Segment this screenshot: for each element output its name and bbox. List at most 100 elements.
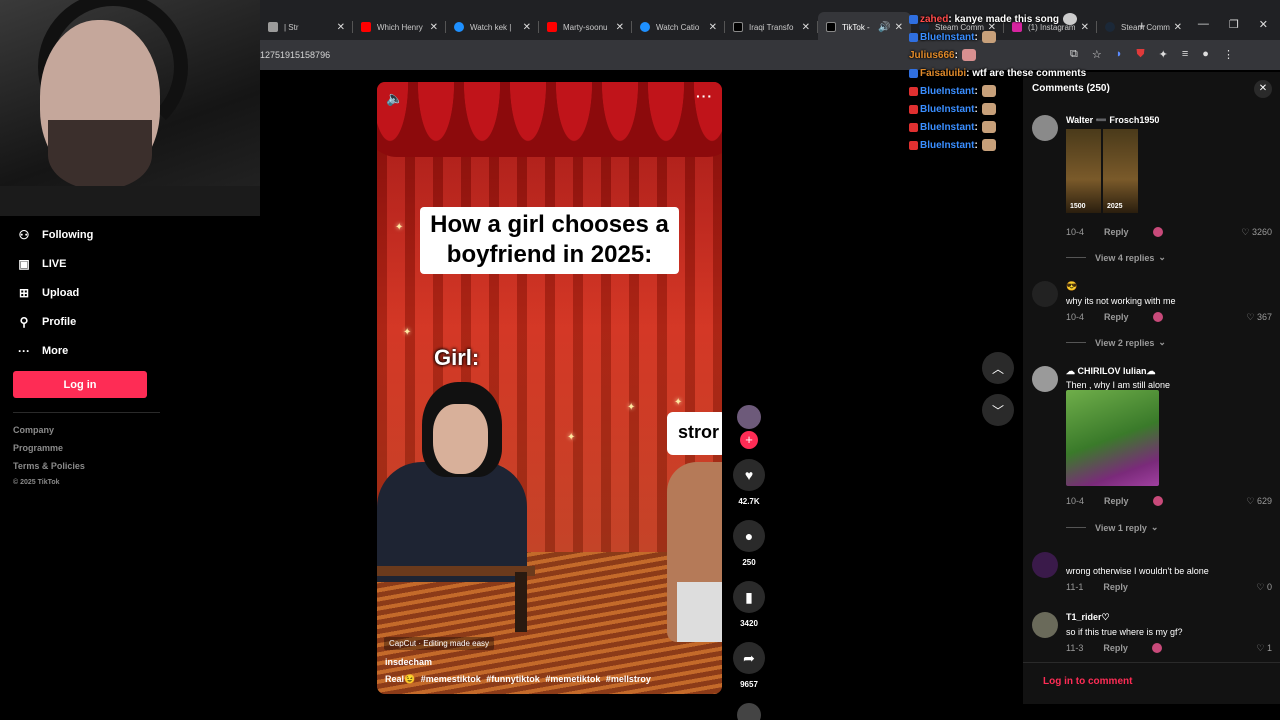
comment-like[interactable]: ♡ 629	[1246, 496, 1272, 507]
like-count: 42.7K	[738, 497, 760, 506]
video-caption: How a girl chooses a boyfriend in 2025:	[420, 207, 679, 274]
comment-like[interactable]: ♡ 1	[1256, 643, 1272, 654]
emoji-reaction-icon[interactable]	[1152, 227, 1163, 237]
emoji-reaction-icon[interactable]	[1152, 496, 1163, 506]
sidebar-item-live[interactable]: ▣ LIVE	[16, 249, 93, 278]
comment-meta: 11-1 Reply	[1066, 582, 1128, 592]
address-bar-icons: ⧉ ☆ ◗ ⛊ ✦ ≡ ● ⋮	[1070, 48, 1234, 61]
reply-button[interactable]: Reply	[1104, 496, 1129, 506]
badge-icon	[909, 122, 918, 132]
browser-tab[interactable]: Watch Catio ✕	[632, 12, 725, 42]
comment-user[interactable]: T1_rider♡	[1066, 612, 1110, 623]
browser-tab[interactable]: Marty-soonu ✕	[539, 12, 632, 42]
previous-video-button[interactable]: ︿	[982, 352, 1014, 384]
heart-icon: ♥	[733, 459, 765, 491]
puzzle-extensions-icon[interactable]: ✦	[1159, 48, 1168, 61]
creator-avatar[interactable]: +	[737, 405, 761, 449]
comment-text: Then , why I am still alone	[1066, 380, 1171, 390]
hashtag[interactable]: #mellstroy	[606, 674, 651, 684]
sidebar-item-following[interactable]: ⚇ Following	[16, 220, 94, 249]
hashtag[interactable]: #memestiktok	[421, 674, 481, 684]
close-tab-icon[interactable]: ✕	[802, 22, 810, 33]
save-count: 3420	[740, 619, 758, 628]
share-button[interactable]: ➦ 9657	[730, 642, 768, 689]
close-comments-button[interactable]: ✕	[1254, 80, 1272, 98]
streamer-webcam	[0, 0, 260, 216]
browser-tab[interactable]: | Str ✕	[260, 12, 353, 42]
extension-icon[interactable]: ◗	[1116, 48, 1123, 61]
save-button[interactable]: ▮ 3420	[730, 581, 768, 628]
comment-text: why its not working with me	[1066, 296, 1176, 306]
reply-button[interactable]: Reply	[1104, 227, 1129, 237]
close-tab-icon[interactable]: ✕	[1174, 22, 1182, 33]
more-options-icon[interactable]: ···	[696, 88, 713, 104]
sidebar-item-more[interactable]: ··· More	[16, 336, 93, 365]
browser-tab[interactable]: Watch kek | ✕	[446, 12, 539, 42]
login-button[interactable]: Log in	[13, 371, 147, 398]
comment-user[interactable]: ☁ CHIRILOV Iulian☁	[1066, 366, 1156, 377]
like-button[interactable]: ♥ 42.7K	[730, 459, 768, 506]
close-tab-icon[interactable]: ✕	[523, 22, 531, 33]
avatar[interactable]	[1032, 281, 1058, 307]
browser-tab[interactable]: Iraqi Transfo ✕	[725, 12, 818, 42]
minimize-icon[interactable]: —	[1198, 18, 1209, 31]
footer-link-terms[interactable]: Terms & Policies	[13, 461, 85, 479]
video-girl-label: Girl:	[434, 345, 480, 370]
close-tab-icon[interactable]: ✕	[709, 22, 717, 33]
comment-like[interactable]: ♡ 3260	[1241, 227, 1272, 238]
new-tab-button[interactable]: +	[1138, 18, 1146, 33]
hashtag[interactable]: #funnytiktok	[486, 674, 540, 684]
comment-like[interactable]: ♡ 367	[1246, 312, 1272, 323]
avatar[interactable]	[1032, 552, 1058, 578]
music-disc-icon[interactable]	[737, 703, 761, 720]
emote-icon	[961, 49, 976, 61]
reply-button[interactable]: Reply	[1103, 643, 1128, 653]
close-tab-icon[interactable]: ✕	[895, 22, 903, 33]
video-player[interactable]: ✦ ✦ ✦ ✦ ✦ ✦ ✦ ✦ How a girl chooses a boy…	[377, 82, 722, 694]
emoji-reaction-icon[interactable]	[1152, 312, 1163, 322]
profile-avatar-icon[interactable]: ●	[1202, 48, 1209, 61]
media-controls-icon[interactable]: ≡	[1182, 48, 1188, 61]
close-tab-icon[interactable]: ✕	[616, 22, 624, 33]
browser-tab[interactable]: Which Henry ✕	[353, 12, 446, 42]
maximize-icon[interactable]: ❐	[1229, 18, 1239, 31]
login-to-comment-link[interactable]: Log in to comment	[1043, 676, 1132, 687]
view-replies-button[interactable]: View 2 replies ⌄	[1066, 337, 1166, 348]
comment-meta: 10-4 Reply	[1066, 496, 1163, 506]
bookmark-star-icon[interactable]: ☆	[1092, 48, 1102, 61]
reply-button[interactable]: Reply	[1104, 312, 1129, 322]
address-url[interactable]: 12751915158796	[260, 50, 330, 60]
close-tab-icon[interactable]: ✕	[430, 22, 438, 33]
browser-menu-icon[interactable]: ⋮	[1223, 48, 1234, 61]
heart-outline-icon: ♡	[1241, 227, 1250, 237]
next-video-button[interactable]: ﹀	[982, 394, 1014, 426]
sidebar-item-profile[interactable]: ⚲ Profile	[16, 307, 93, 336]
comment-user[interactable]: 😎	[1066, 281, 1077, 292]
user-follow-icon: ⚇	[18, 227, 30, 242]
speaker-icon[interactable]: 🔊	[878, 22, 890, 33]
comment-image[interactable]	[1066, 390, 1159, 486]
view-replies-button[interactable]: View 4 replies ⌄	[1066, 252, 1166, 263]
view-replies-button[interactable]: View 1 reply ⌄	[1066, 522, 1158, 533]
sidebar-item-upload[interactable]: ⊞ Upload	[16, 278, 93, 307]
volume-icon[interactable]: 🔈	[386, 90, 403, 107]
ublock-icon[interactable]: ⛊	[1136, 48, 1144, 61]
close-window-icon[interactable]: ✕	[1259, 18, 1268, 31]
emoji-reaction-icon[interactable]	[1151, 643, 1162, 653]
tiktok-favicon-icon	[733, 22, 743, 32]
reply-button[interactable]: Reply	[1103, 582, 1128, 592]
chat-message: BlueInstant :	[909, 136, 1086, 154]
comment-button[interactable]: ● 250	[730, 520, 768, 567]
browser-tab-active[interactable]: TikTok - 🔊 ✕	[818, 12, 911, 42]
hashtag[interactable]: #memetiktok	[545, 674, 600, 684]
capcut-badge[interactable]: CapCut · Editing made easy	[384, 637, 495, 650]
follow-plus-icon[interactable]: +	[740, 431, 758, 449]
close-tab-icon[interactable]: ✕	[337, 22, 345, 33]
avatar[interactable]	[1032, 612, 1058, 638]
video-author[interactable]: insdecham	[385, 657, 432, 667]
footer-link-company[interactable]: Company	[13, 425, 85, 443]
avatar[interactable]	[1032, 366, 1058, 392]
comment-like[interactable]: ♡ 0	[1256, 582, 1272, 593]
footer-link-programme[interactable]: Programme	[13, 443, 85, 461]
badge-icon	[909, 104, 918, 114]
